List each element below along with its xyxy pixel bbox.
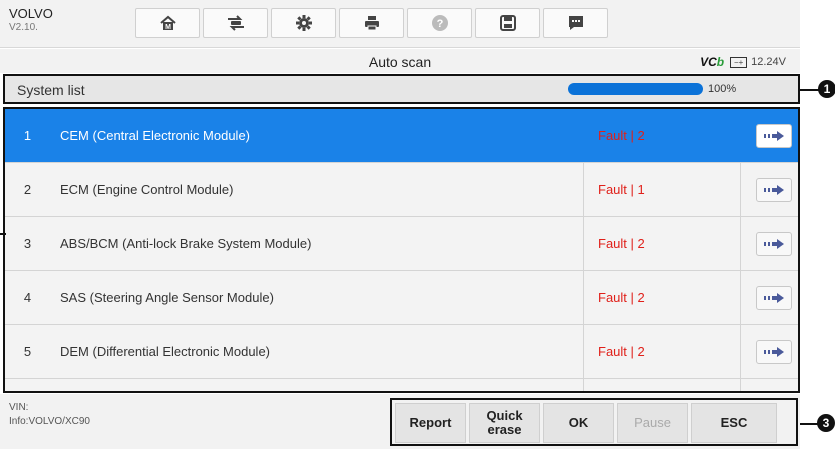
settings-button[interactable]	[271, 8, 336, 38]
message-icon	[568, 16, 583, 30]
quick-erase-line-1: Quick	[486, 407, 523, 423]
system-name: ABS/BCM (Anti-lock Brake System Module)	[60, 236, 312, 251]
ok-button[interactable]: OK	[543, 403, 614, 443]
fault-status: Fault | 1	[583, 163, 741, 216]
scan-progress-bar	[568, 83, 703, 95]
fault-status-partial	[583, 379, 741, 391]
fault-status: Fault | 2	[583, 217, 741, 270]
help-button[interactable]: ?	[407, 8, 472, 38]
open-system-button[interactable]	[756, 286, 792, 310]
vehicle-info-text: Info:VOLVO/XC90	[9, 415, 90, 427]
open-system-button[interactable]	[756, 340, 792, 364]
table-row[interactable]: 1 CEM (Central Electronic Module) Fault …	[5, 109, 798, 163]
vci-label-b: b	[716, 55, 725, 69]
table-row[interactable]: 2 ECM (Engine Control Module) Fault | 1	[5, 163, 798, 217]
arrow-right-icon	[764, 347, 784, 357]
arrow-right-icon	[764, 131, 784, 141]
print-button[interactable]	[339, 8, 404, 38]
open-system-button[interactable]	[756, 178, 792, 202]
settings-icon	[295, 15, 312, 31]
pause-button[interactable]: Pause	[617, 403, 688, 443]
bottom-bar: VIN: Info:VOLVO/XC90 Report Quick erase O…	[0, 394, 800, 449]
report-button[interactable]: Report	[395, 403, 466, 443]
battery-voltage: 12.24V	[751, 56, 786, 68]
open-system-button[interactable]	[756, 124, 792, 148]
arrow-right-icon	[764, 185, 784, 195]
software-version: V2.10.	[9, 21, 38, 33]
callout-badge-3: 3	[817, 414, 835, 432]
row-number: 5	[23, 344, 32, 359]
top-bar: VOLVO V2.10. M ?	[0, 0, 800, 48]
toolbar: M ?	[135, 8, 611, 38]
quick-erase-label: Quick erase	[486, 407, 523, 438]
callout-line-2	[0, 233, 6, 235]
arrow-right-icon	[764, 293, 784, 303]
vci-status: VCb −+ 12.24V	[700, 55, 786, 69]
print-icon	[364, 16, 379, 31]
vin-label: VIN:	[9, 402, 29, 413]
home-button[interactable]: M	[135, 8, 200, 38]
fault-status: Fault | 2	[583, 325, 741, 378]
save-button[interactable]	[475, 8, 540, 38]
fault-status: Fault | 2	[583, 271, 741, 324]
quick-erase-button[interactable]: Quick erase	[469, 403, 540, 443]
open-system-button[interactable]	[756, 232, 792, 256]
table-row-partial[interactable]	[5, 379, 798, 391]
table-row[interactable]: 3 ABS/BCM (Anti-lock Brake System Module…	[5, 217, 798, 271]
row-number: 3	[23, 236, 32, 251]
function-buttons: Report Quick erase OK Pause ESC	[390, 398, 798, 446]
vehicle-swap-icon	[227, 15, 244, 31]
svg-text:M: M	[165, 24, 171, 31]
title-row: Auto scan VCb −+ 12.24V	[0, 49, 800, 73]
arrow-right-icon	[764, 239, 784, 249]
battery-icon: −+	[730, 56, 748, 68]
svg-text:?: ?	[436, 18, 443, 30]
row-number: 1	[23, 128, 32, 143]
message-button[interactable]	[543, 8, 608, 38]
system-name: DEM (Differential Electronic Module)	[60, 344, 270, 359]
row-number: 2	[23, 182, 32, 197]
callout-badge-1: 1	[818, 80, 835, 98]
vehicle-swap-button[interactable]	[203, 8, 268, 38]
vehicle-make: VOLVO	[9, 6, 53, 21]
scan-progress-text: 100%	[708, 83, 737, 95]
table-row[interactable]: 5 DEM (Differential Electronic Module) F…	[5, 325, 798, 379]
vehicle-brand: VOLVO V2.10.	[9, 6, 53, 34]
vci-label-a: VC	[700, 55, 717, 69]
system-name: ECM (Engine Control Module)	[60, 182, 234, 197]
help-icon: ?	[431, 15, 448, 31]
fault-status: Fault | 2	[583, 109, 741, 162]
save-icon	[499, 15, 516, 31]
system-name: CEM (Central Electronic Module)	[60, 128, 251, 143]
vci-connection-icon: VCb	[700, 55, 724, 69]
system-name: SAS (Steering Angle Sensor Module)	[60, 290, 274, 305]
row-number: 4	[23, 290, 32, 305]
table-row[interactable]: 4 SAS (Steering Angle Sensor Module) Fau…	[5, 271, 798, 325]
system-table: 1 CEM (Central Electronic Module) Fault …	[3, 107, 800, 393]
quick-erase-line-2: erase	[487, 422, 522, 437]
system-list-header: System list 100%	[3, 74, 800, 104]
esc-button[interactable]: ESC	[691, 403, 777, 443]
home-icon: M	[159, 15, 176, 31]
page-title: Auto scan	[368, 54, 432, 70]
system-list-label: System list	[17, 82, 85, 98]
vehicle-info: VIN: Info:VOLVO/XC90	[9, 401, 90, 428]
